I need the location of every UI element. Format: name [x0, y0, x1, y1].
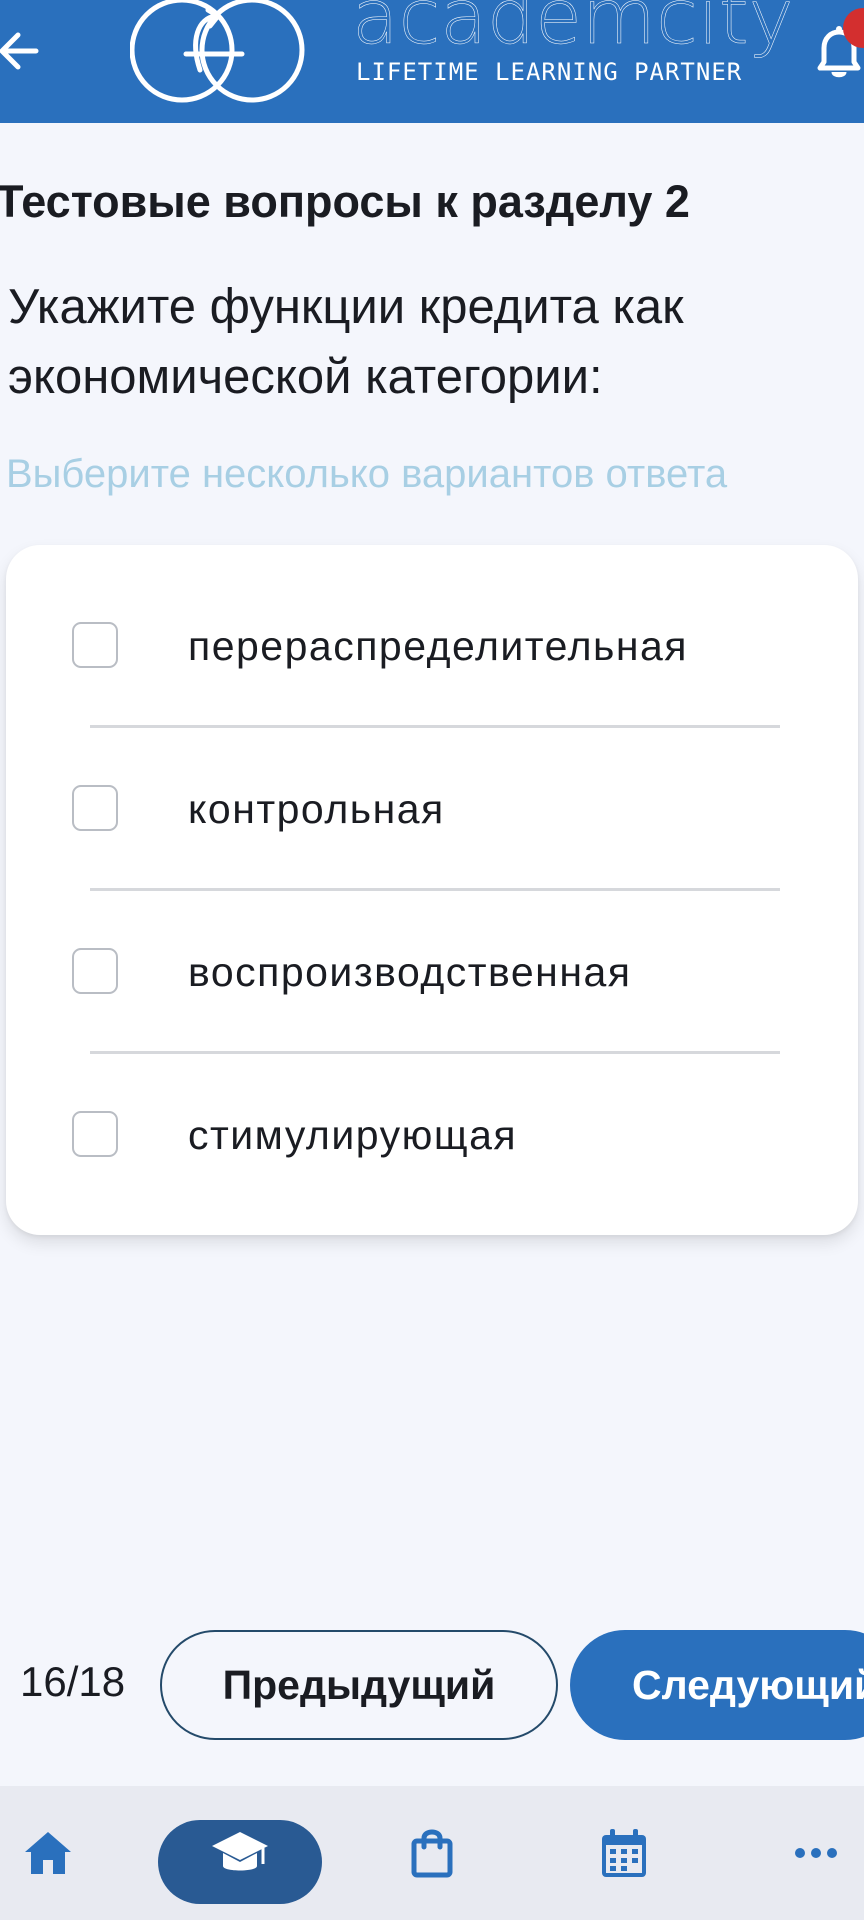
back-button[interactable] — [0, 24, 40, 78]
arrow-left-icon — [0, 32, 39, 70]
more-icon — [795, 1848, 837, 1858]
logo-tagline: LIFETIME LEARNING PARTNER — [356, 58, 743, 86]
option-checkbox[interactable] — [72, 948, 118, 994]
answer-hint: Выберите несколько вариантов ответа — [6, 452, 728, 496]
nav-courses[interactable] — [158, 1786, 322, 1920]
option-checkbox[interactable] — [72, 622, 118, 668]
academcity-logo: academcity LIFETIME LEARNING PARTNER — [130, 0, 794, 110]
option-item[interactable]: контрольная — [6, 708, 858, 871]
question-text: Укажите функции кредита как экономическо… — [8, 280, 684, 404]
app-header: academcity LIFETIME LEARNING PARTNER — [0, 0, 864, 123]
option-label: перераспределительная — [188, 623, 688, 669]
nav-more[interactable] — [784, 1786, 848, 1920]
next-button[interactable]: Следующий — [570, 1630, 864, 1740]
nav-home[interactable] — [16, 1786, 80, 1920]
home-icon — [25, 1832, 71, 1874]
answer-options-card: перераспределительная контрольная воспро… — [6, 545, 858, 1235]
option-item[interactable]: воспроизводственная — [6, 871, 858, 1034]
option-label: контрольная — [188, 786, 445, 832]
option-label: стимулирующая — [188, 1112, 518, 1158]
option-checkbox[interactable] — [72, 785, 118, 831]
page-title: Тестовые вопросы к разделу 2 — [0, 176, 690, 227]
question-counter: 16/18 — [20, 1658, 126, 1705]
nav-calendar[interactable] — [592, 1786, 656, 1920]
graduation-cap-icon — [212, 1832, 268, 1871]
option-item[interactable]: перераспределительная — [6, 545, 858, 708]
logo-wordmark: academcity — [352, 0, 794, 61]
option-label: воспроизводственная — [188, 949, 632, 995]
option-checkbox[interactable] — [72, 1111, 118, 1157]
shopping-bag-icon — [411, 1829, 453, 1878]
logo-mark-icon — [130, 0, 305, 103]
app-screen: academcity LIFETIME LEARNING PARTNER Тес… — [0, 0, 864, 1920]
bottom-navigation — [0, 1786, 864, 1920]
option-item[interactable]: стимулирующая — [6, 1034, 858, 1197]
calendar-icon — [602, 1829, 646, 1877]
nav-shop[interactable] — [400, 1786, 464, 1920]
previous-button[interactable]: Предыдущий — [160, 1630, 558, 1740]
